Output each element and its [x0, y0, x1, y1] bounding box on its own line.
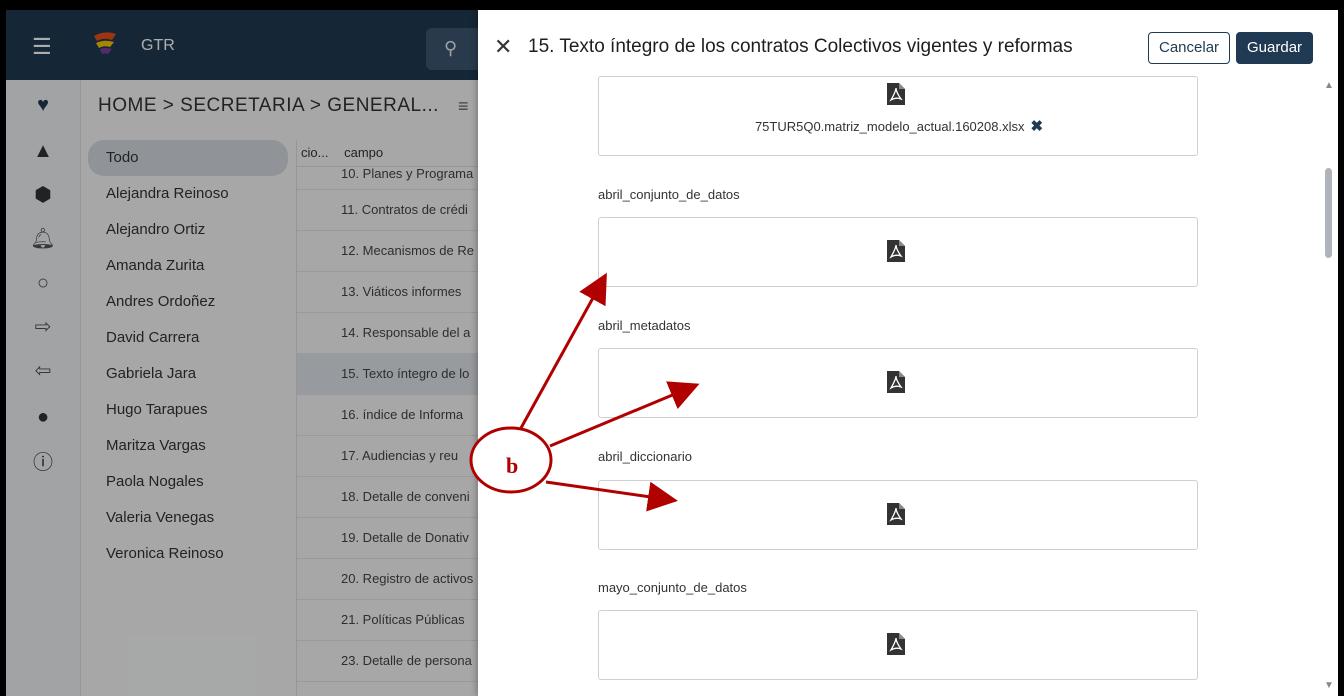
file-upload-box[interactable]: 75TUR5Q0.matriz_modelo_actual.160208.xls… — [598, 76, 1198, 156]
scroll-up-icon[interactable]: ▲ — [1324, 80, 1334, 91]
modal-scrollbar[interactable]: ▲ ▼ — [1320, 80, 1338, 696]
pdf-icon — [887, 371, 905, 393]
field-label: abril_metadatos — [598, 318, 691, 333]
field-label: mayo_conjunto_de_datos — [598, 580, 747, 595]
pdf-icon — [887, 633, 905, 655]
file-upload-box[interactable] — [598, 480, 1198, 550]
modal-header: ✕ 15. Texto íntegro de los contratos Col… — [478, 10, 1338, 80]
file-upload-box[interactable] — [598, 217, 1198, 287]
edit-modal: ✕ 15. Texto íntegro de los contratos Col… — [478, 10, 1338, 696]
background-app: ☰ GTR ⚲ ♥ ▲ ⬢ 🔔︎ ○ ⇨ ⇦ ● ⓘ HOME > SECRET… — [6, 10, 497, 696]
remove-file-icon[interactable]: ✖ — [1030, 118, 1043, 135]
cancel-button[interactable]: Cancelar — [1148, 32, 1231, 64]
screen-frame: ☰ GTR ⚲ ♥ ▲ ⬢ 🔔︎ ○ ⇨ ⇦ ● ⓘ HOME > SECRET… — [6, 10, 1338, 696]
annotation-label: b — [506, 453, 519, 478]
save-button[interactable]: Guardar — [1236, 32, 1314, 64]
scroll-down-icon[interactable]: ▼ — [1324, 680, 1334, 691]
field-label: abril_conjunto_de_datos — [598, 187, 740, 202]
file-upload-box[interactable] — [598, 610, 1198, 680]
file-name: 75TUR5Q0.matriz_modelo_actual.160208.xls… — [754, 119, 1025, 134]
modal-title: 15. Texto íntegro de los contratos Colec… — [528, 36, 1073, 57]
field-label: abril_diccionario — [598, 449, 692, 464]
file-upload-box[interactable] — [598, 348, 1198, 418]
modal-backdrop[interactable] — [6, 10, 478, 696]
pdf-icon — [887, 503, 905, 525]
pdf-icon — [887, 240, 905, 262]
pdf-icon — [887, 83, 905, 105]
file-name-row: 75TUR5Q0.matriz_modelo_actual.160208.xls… — [599, 117, 1199, 135]
scrollbar-thumb[interactable] — [1325, 168, 1332, 258]
close-icon[interactable]: ✕ — [494, 36, 512, 58]
